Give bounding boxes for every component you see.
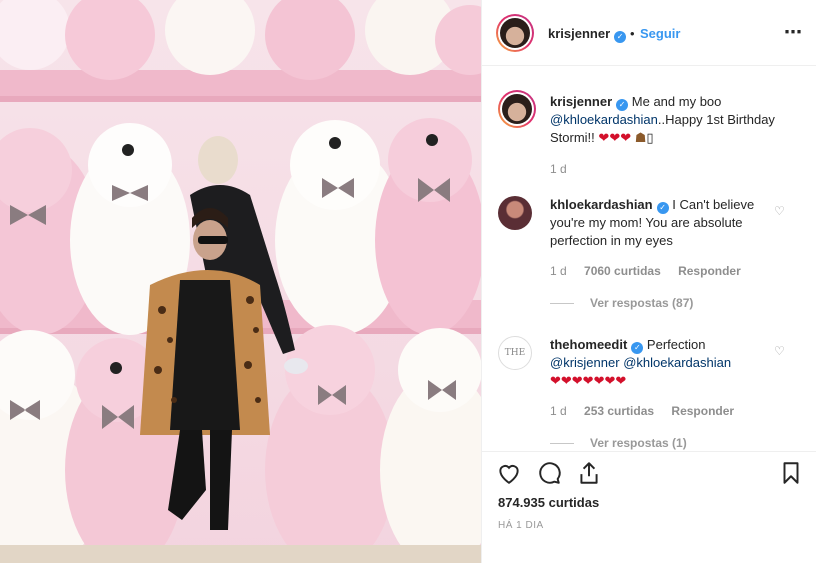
comment-text: thehomeedit ✓ Perfection @krisjenner @khl… (550, 337, 732, 389)
commenter-avatar[interactable]: THE (498, 336, 532, 370)
comment-time: 1 d (550, 404, 567, 418)
caption-avatar[interactable] (498, 90, 536, 128)
photo-illustration (0, 0, 481, 563)
cake-emoji-icon: ☗ (634, 131, 647, 146)
caption-username[interactable]: krisjenner (550, 94, 612, 109)
mention-link[interactable]: @khloekardashian (550, 112, 658, 127)
reply-button[interactable]: Responder (678, 264, 741, 278)
post-photo[interactable] (0, 0, 481, 563)
unknown-glyph: ▯ (646, 130, 654, 145)
speech-bubble-icon[interactable] (536, 460, 562, 486)
comment-likes[interactable]: 7060 curtidas (584, 264, 661, 278)
post-panel: krisjenner ✓ • Seguir ⋯ krisjenner ✓ Me an… (481, 0, 816, 563)
mention-link[interactable]: @krisjenner (550, 355, 620, 370)
view-replies-button[interactable]: Ver respostas (1) (550, 436, 687, 450)
comment-time: 1 d (550, 264, 567, 278)
post-timestamp: HÁ 1 DIA (498, 520, 544, 531)
reply-button[interactable]: Responder (671, 404, 734, 418)
mention-link[interactable]: @khloekardashian (623, 355, 731, 370)
likes-count[interactable]: 874.935 curtidas (498, 495, 599, 510)
verified-badge-icon: ✓ (631, 342, 644, 354)
post-header: krisjenner ✓ • Seguir ⋯ (482, 0, 816, 66)
commenter-avatar[interactable] (498, 196, 532, 230)
comment-text: khloekardashian ✓ I Can't believe you're … (550, 197, 755, 248)
more-options-icon[interactable]: ⋯ (784, 22, 803, 43)
verified-badge-icon: ✓ (614, 31, 627, 43)
comment-meta: 1 d 253 curtidas Responder (550, 404, 748, 418)
follow-button[interactable]: Seguir (640, 26, 680, 41)
comment-username[interactable]: thehomeedit (550, 337, 627, 352)
view-replies-button[interactable]: Ver respostas (87) (550, 296, 693, 310)
author-username[interactable]: krisjenner ✓ (548, 26, 627, 43)
author-avatar[interactable] (496, 14, 534, 52)
caption-text: krisjenner ✓ Me and my boo @khloekardashi… (550, 94, 775, 146)
divider-line (550, 443, 574, 445)
caption-time: 1 d (550, 162, 567, 176)
verified-badge-icon: ✓ (616, 99, 629, 111)
verified-badge-icon: ✓ (656, 202, 669, 214)
comments-list[interactable]: krisjenner ✓ Me and my boo @khloekardashi… (482, 66, 816, 451)
heart-emojis: ❤❤❤❤❤❤❤ (550, 374, 627, 389)
comment-likes[interactable]: 253 curtidas (584, 404, 654, 418)
comment-like-icon[interactable]: ♡ (774, 344, 785, 358)
comment-username[interactable]: khloekardashian (550, 197, 653, 212)
share-icon[interactable] (576, 460, 602, 486)
caption-meta: 1 d (550, 162, 581, 176)
separator-dot: • (630, 26, 635, 41)
bookmark-icon[interactable] (778, 460, 804, 486)
divider-line (550, 303, 574, 305)
post-actions: 874.935 curtidas HÁ 1 DIA (482, 451, 816, 563)
comment-like-icon[interactable]: ♡ (774, 204, 785, 218)
comment-meta: 1 d 7060 curtidas Responder (550, 264, 755, 278)
heart-outline-icon[interactable] (496, 460, 522, 486)
heart-emojis: ❤❤❤ (598, 131, 632, 146)
